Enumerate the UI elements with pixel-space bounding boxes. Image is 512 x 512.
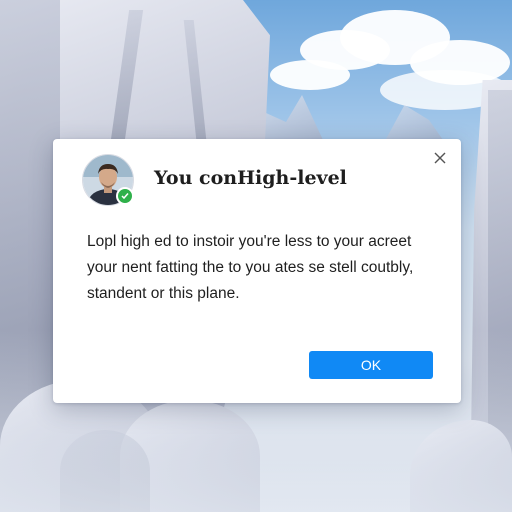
message-line: Lopl high ed to instoir you're less to y… <box>87 233 412 250</box>
checkmark-icon <box>121 193 129 200</box>
message-line: standent or this plane. <box>87 285 240 302</box>
message-line: your nent fatting the to you ates se ste… <box>87 259 414 276</box>
cloud <box>270 60 350 90</box>
dialog-title: You conHigh-level <box>154 167 347 189</box>
close-icon <box>434 152 446 164</box>
ok-button[interactable]: OK <box>309 351 433 379</box>
dialog: You conHigh-level Lopl high ed to instoi… <box>53 139 461 403</box>
verified-badge <box>116 187 134 205</box>
dialog-message: Lopl high ed to instoir you're less to y… <box>87 229 432 307</box>
close-button[interactable] <box>433 151 447 165</box>
